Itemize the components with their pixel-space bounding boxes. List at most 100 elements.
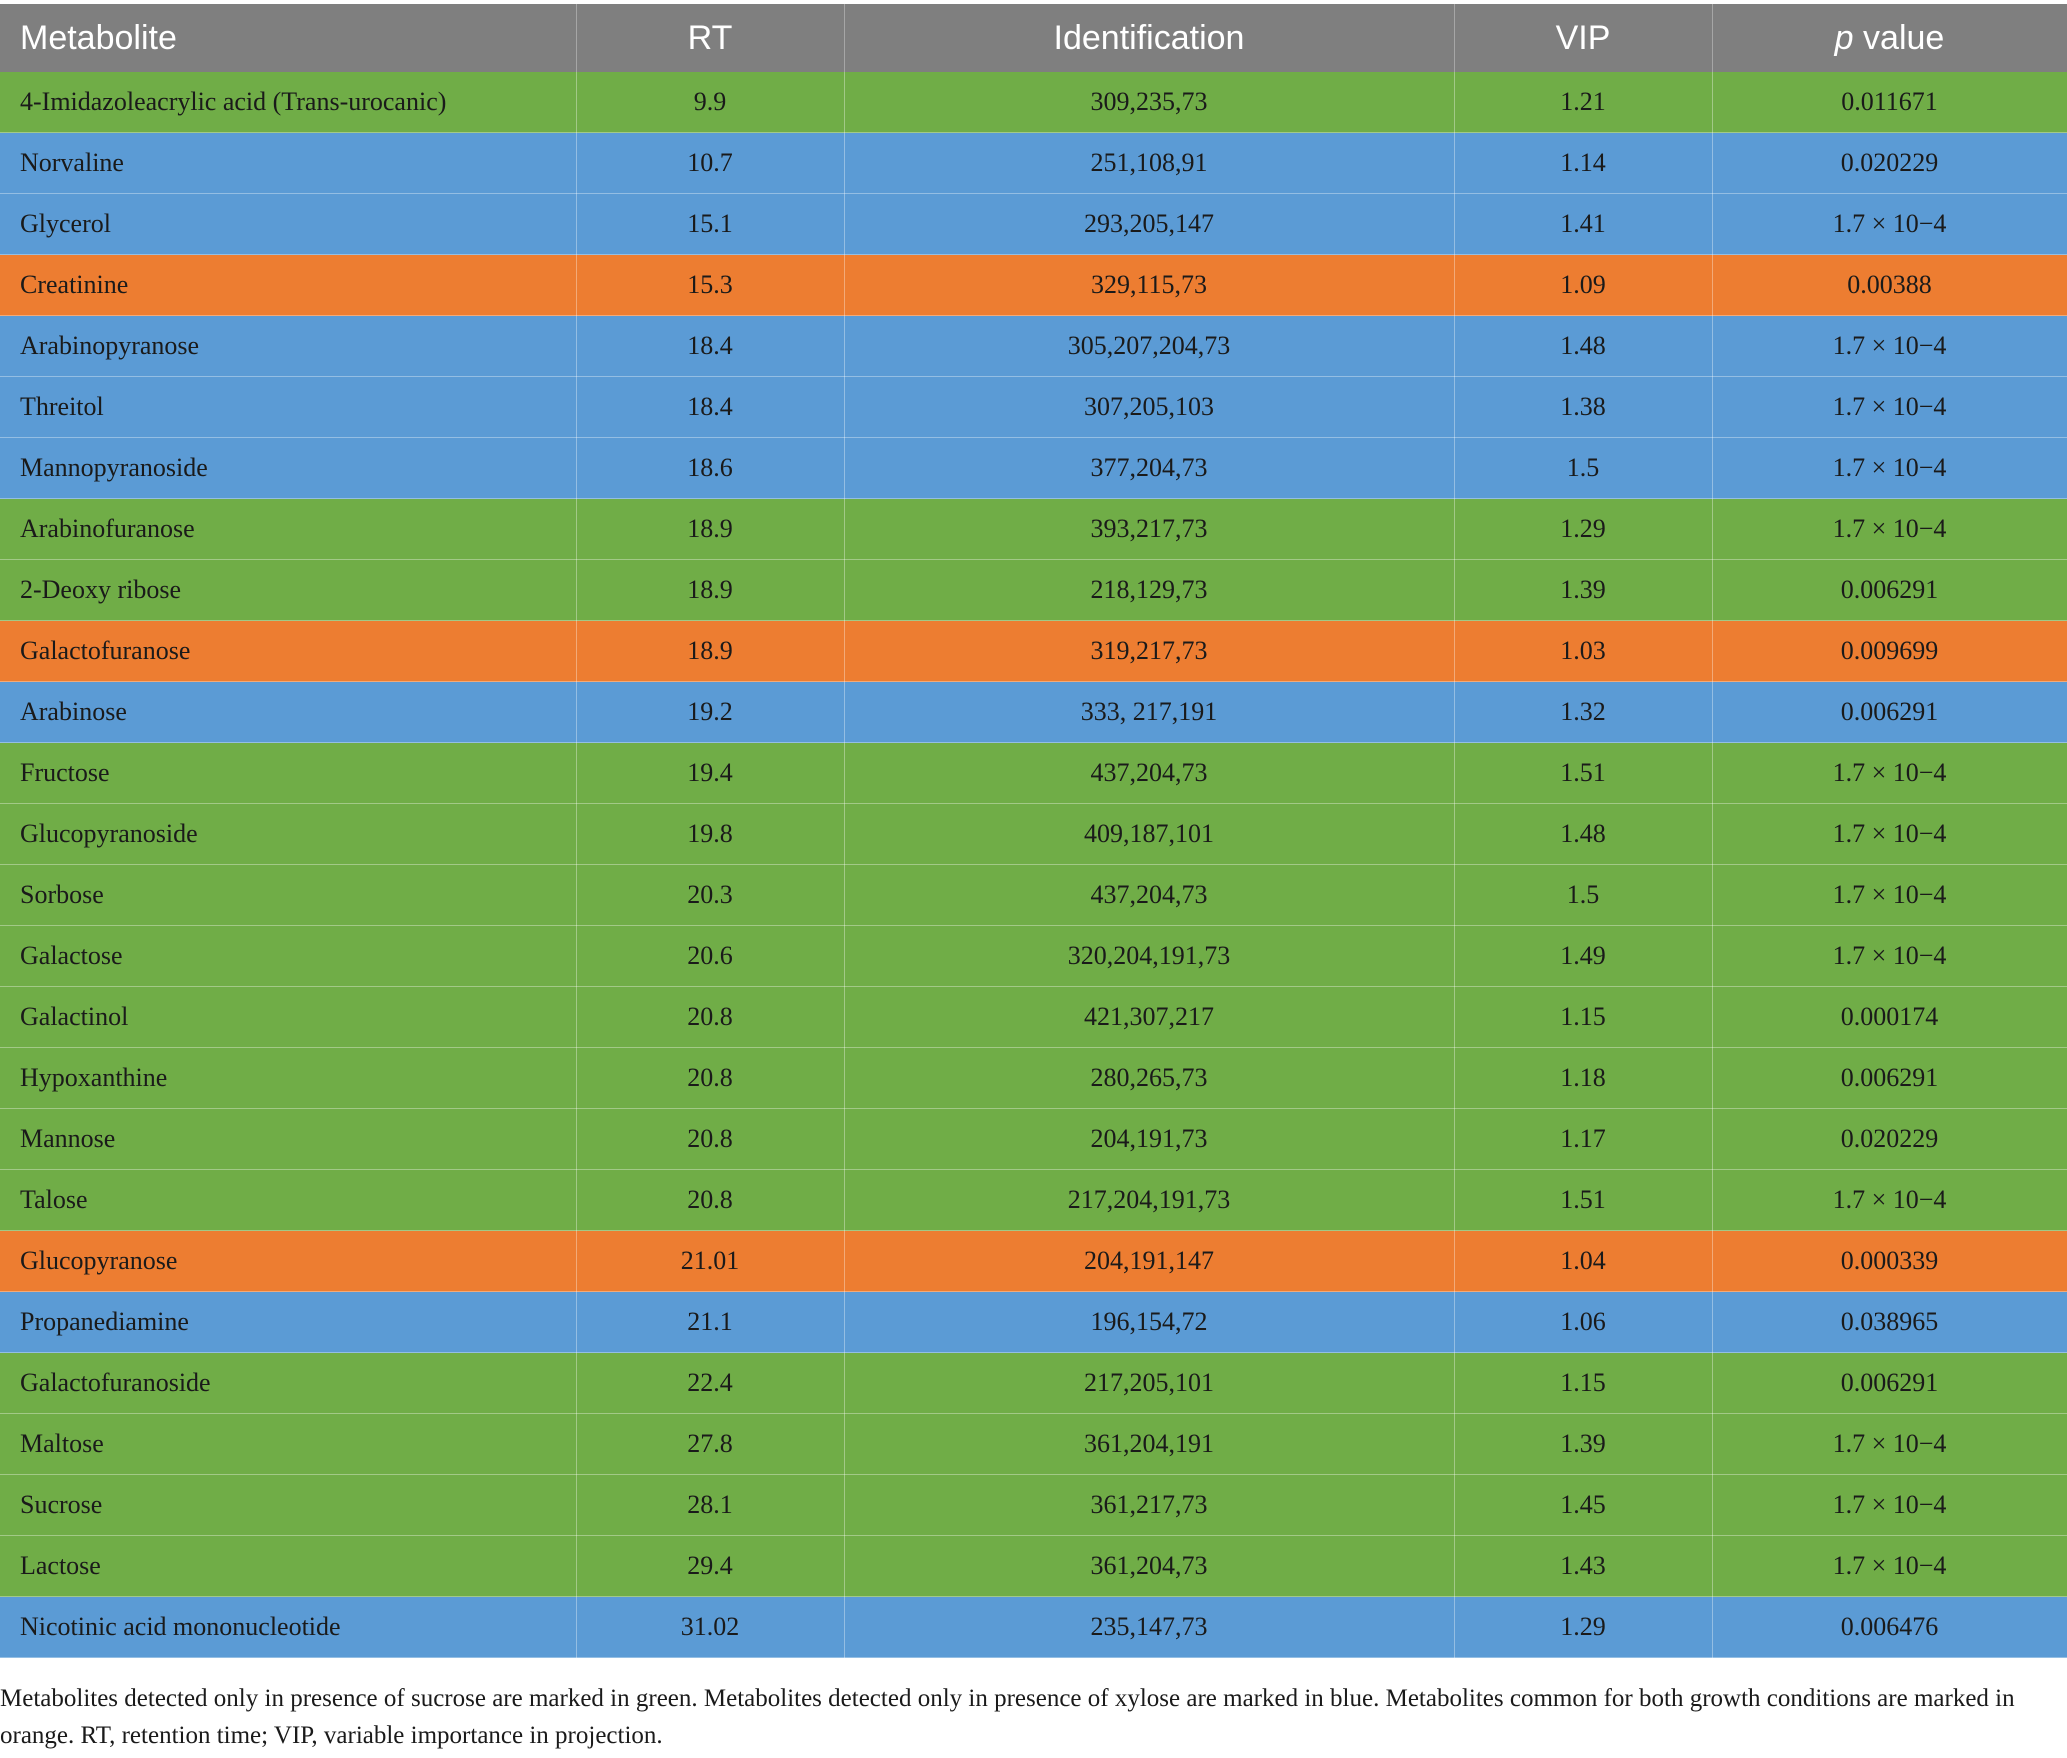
table-row: Glycerol 15.1 293,205,147 1.41 1.7 × 10−4 bbox=[0, 193, 2067, 255]
cell-vip: 1.45 bbox=[1454, 1474, 1713, 1536]
header-p-italic: p bbox=[1834, 18, 1854, 57]
cell-identification: 217,205,101 bbox=[844, 1352, 1455, 1414]
cell-identification: 437,204,73 bbox=[844, 742, 1455, 804]
cell-identification: 307,205,103 bbox=[844, 376, 1455, 438]
cell-rt: 20.8 bbox=[576, 986, 845, 1048]
cell-metabolite: Galactofuranose bbox=[0, 620, 577, 682]
cell-metabolite: Creatinine bbox=[0, 254, 577, 316]
cell-p-value: 1.7 × 10−4 bbox=[1712, 437, 2067, 499]
cell-vip: 1.51 bbox=[1454, 742, 1713, 804]
cell-p-value: 1.7 × 10−4 bbox=[1712, 1413, 2067, 1475]
cell-metabolite: Maltose bbox=[0, 1413, 577, 1475]
cell-p-value: 1.7 × 10−4 bbox=[1712, 925, 2067, 987]
table-row: Mannose 20.8 204,191,73 1.17 0.020229 bbox=[0, 1108, 2067, 1170]
cell-p-value: 0.00388 bbox=[1712, 254, 2067, 316]
cell-metabolite: Glucopyranoside bbox=[0, 803, 577, 865]
table-row: Norvaline 10.7 251,108,91 1.14 0.020229 bbox=[0, 132, 2067, 194]
cell-p-value: 0.006291 bbox=[1712, 559, 2067, 621]
cell-metabolite: 2-Deoxy ribose bbox=[0, 559, 577, 621]
cell-p-value: 1.7 × 10−4 bbox=[1712, 315, 2067, 377]
cell-p-value: 0.011671 bbox=[1712, 72, 2067, 133]
table-row: Galactinol 20.8 421,307,217 1.15 0.000174 bbox=[0, 986, 2067, 1048]
cell-rt: 18.6 bbox=[576, 437, 845, 499]
cell-p-value: 0.038965 bbox=[1712, 1291, 2067, 1353]
cell-rt: 20.8 bbox=[576, 1108, 845, 1170]
cell-vip: 1.15 bbox=[1454, 1352, 1713, 1414]
cell-metabolite: Hypoxanthine bbox=[0, 1047, 577, 1109]
cell-p-value: 0.009699 bbox=[1712, 620, 2067, 682]
cell-identification: 204,191,147 bbox=[844, 1230, 1455, 1292]
cell-identification: 251,108,91 bbox=[844, 132, 1455, 194]
table-row: Creatinine 15.3 329,115,73 1.09 0.00388 bbox=[0, 254, 2067, 316]
header-rt: RT bbox=[576, 4, 845, 72]
cell-metabolite: Mannopyranoside bbox=[0, 437, 577, 499]
cell-identification: 217,204,191,73 bbox=[844, 1169, 1455, 1231]
cell-rt: 21.1 bbox=[576, 1291, 845, 1353]
table-row: Galactofuranose 18.9 319,217,73 1.03 0.00969… bbox=[0, 620, 2067, 682]
cell-vip: 1.5 bbox=[1454, 437, 1713, 499]
cell-rt: 29.4 bbox=[576, 1535, 845, 1597]
cell-p-value: 0.006291 bbox=[1712, 681, 2067, 743]
table-row: Mannopyranoside 18.6 377,204,73 1.5 1.7 × 10… bbox=[0, 437, 2067, 499]
cell-rt: 21.01 bbox=[576, 1230, 845, 1292]
cell-metabolite: Propanediamine bbox=[0, 1291, 577, 1353]
table-row: Galactose 20.6 320,204,191,73 1.49 1.7 × 10−… bbox=[0, 925, 2067, 987]
cell-metabolite: Galactinol bbox=[0, 986, 577, 1048]
cell-identification: 377,204,73 bbox=[844, 437, 1455, 499]
cell-rt: 19.4 bbox=[576, 742, 845, 804]
cell-metabolite: Sucrose bbox=[0, 1474, 577, 1536]
cell-metabolite: Sorbose bbox=[0, 864, 577, 926]
cell-identification: 361,204,191 bbox=[844, 1413, 1455, 1475]
cell-rt: 28.1 bbox=[576, 1474, 845, 1536]
metabolite-table: Metabolite RT Identification VIP p value… bbox=[0, 4, 2067, 1658]
cell-metabolite: Galactofuranoside bbox=[0, 1352, 577, 1414]
table-row: Arabinofuranose 18.9 393,217,73 1.29 1.7 × 1… bbox=[0, 498, 2067, 560]
cell-p-value: 1.7 × 10−4 bbox=[1712, 376, 2067, 438]
table-row: Nicotinic acid mononucleotide 31.02 235,14… bbox=[0, 1596, 2067, 1658]
header-identification: Identification bbox=[844, 4, 1455, 72]
cell-identification: 361,204,73 bbox=[844, 1535, 1455, 1597]
cell-rt: 20.8 bbox=[576, 1169, 845, 1231]
table-row: Arabinose 19.2 333, 217,191 1.32 0.006291 bbox=[0, 681, 2067, 743]
cell-rt: 18.4 bbox=[576, 376, 845, 438]
cell-vip: 1.48 bbox=[1454, 803, 1713, 865]
cell-metabolite: Glucopyranose bbox=[0, 1230, 577, 1292]
table-row: Hypoxanthine 20.8 280,265,73 1.18 0.006291 bbox=[0, 1047, 2067, 1109]
cell-p-value: 0.006291 bbox=[1712, 1047, 2067, 1109]
table-row: Sucrose 28.1 361,217,73 1.45 1.7 × 10−4 bbox=[0, 1474, 2067, 1536]
table-row: Lactose 29.4 361,204,73 1.43 1.7 × 10−4 bbox=[0, 1535, 2067, 1597]
cell-rt: 18.9 bbox=[576, 620, 845, 682]
cell-identification: 280,265,73 bbox=[844, 1047, 1455, 1109]
cell-vip: 1.06 bbox=[1454, 1291, 1713, 1353]
cell-identification: 421,307,217 bbox=[844, 986, 1455, 1048]
cell-vip: 1.29 bbox=[1454, 498, 1713, 560]
table-row: Threitol 18.4 307,205,103 1.38 1.7 × 10−4 bbox=[0, 376, 2067, 438]
cell-identification: 319,217,73 bbox=[844, 620, 1455, 682]
cell-metabolite: Glycerol bbox=[0, 193, 577, 255]
cell-p-value: 0.006291 bbox=[1712, 1352, 2067, 1414]
cell-p-value: 0.006476 bbox=[1712, 1596, 2067, 1658]
header-p-value: p value bbox=[1712, 4, 2067, 72]
cell-p-value: 1.7 × 10−4 bbox=[1712, 742, 2067, 804]
header-vip: VIP bbox=[1454, 4, 1713, 72]
table-row: 2-Deoxy ribose 18.9 218,129,73 1.39 0.006291 bbox=[0, 559, 2067, 621]
cell-vip: 1.38 bbox=[1454, 376, 1713, 438]
cell-metabolite: Mannose bbox=[0, 1108, 577, 1170]
header-value-text: value bbox=[1853, 18, 1945, 57]
table-row: Sorbose 20.3 437,204,73 1.5 1.7 × 10−4 bbox=[0, 864, 2067, 926]
cell-vip: 1.41 bbox=[1454, 193, 1713, 255]
table-row: Talose 20.8 217,204,191,73 1.51 1.7 × 10−4 bbox=[0, 1169, 2067, 1231]
cell-rt: 18.9 bbox=[576, 498, 845, 560]
cell-vip: 1.48 bbox=[1454, 315, 1713, 377]
cell-rt: 18.4 bbox=[576, 315, 845, 377]
metabolite-table-container: Metabolite RT Identification VIP p value… bbox=[0, 4, 2067, 1658]
cell-rt: 15.1 bbox=[576, 193, 845, 255]
cell-vip: 1.04 bbox=[1454, 1230, 1713, 1292]
cell-p-value: 1.7 × 10−4 bbox=[1712, 1474, 2067, 1536]
cell-p-value: 1.7 × 10−4 bbox=[1712, 1535, 2067, 1597]
table-body: 4-Imidazoleacrylic acid (Trans-urocanic)… bbox=[0, 72, 2067, 1658]
cell-vip: 1.39 bbox=[1454, 559, 1713, 621]
cell-vip: 1.17 bbox=[1454, 1108, 1713, 1170]
header-metabolite: Metabolite bbox=[0, 4, 577, 72]
table-row: Arabinopyranose 18.4 305,207,204,73 1.48 1.7… bbox=[0, 315, 2067, 377]
